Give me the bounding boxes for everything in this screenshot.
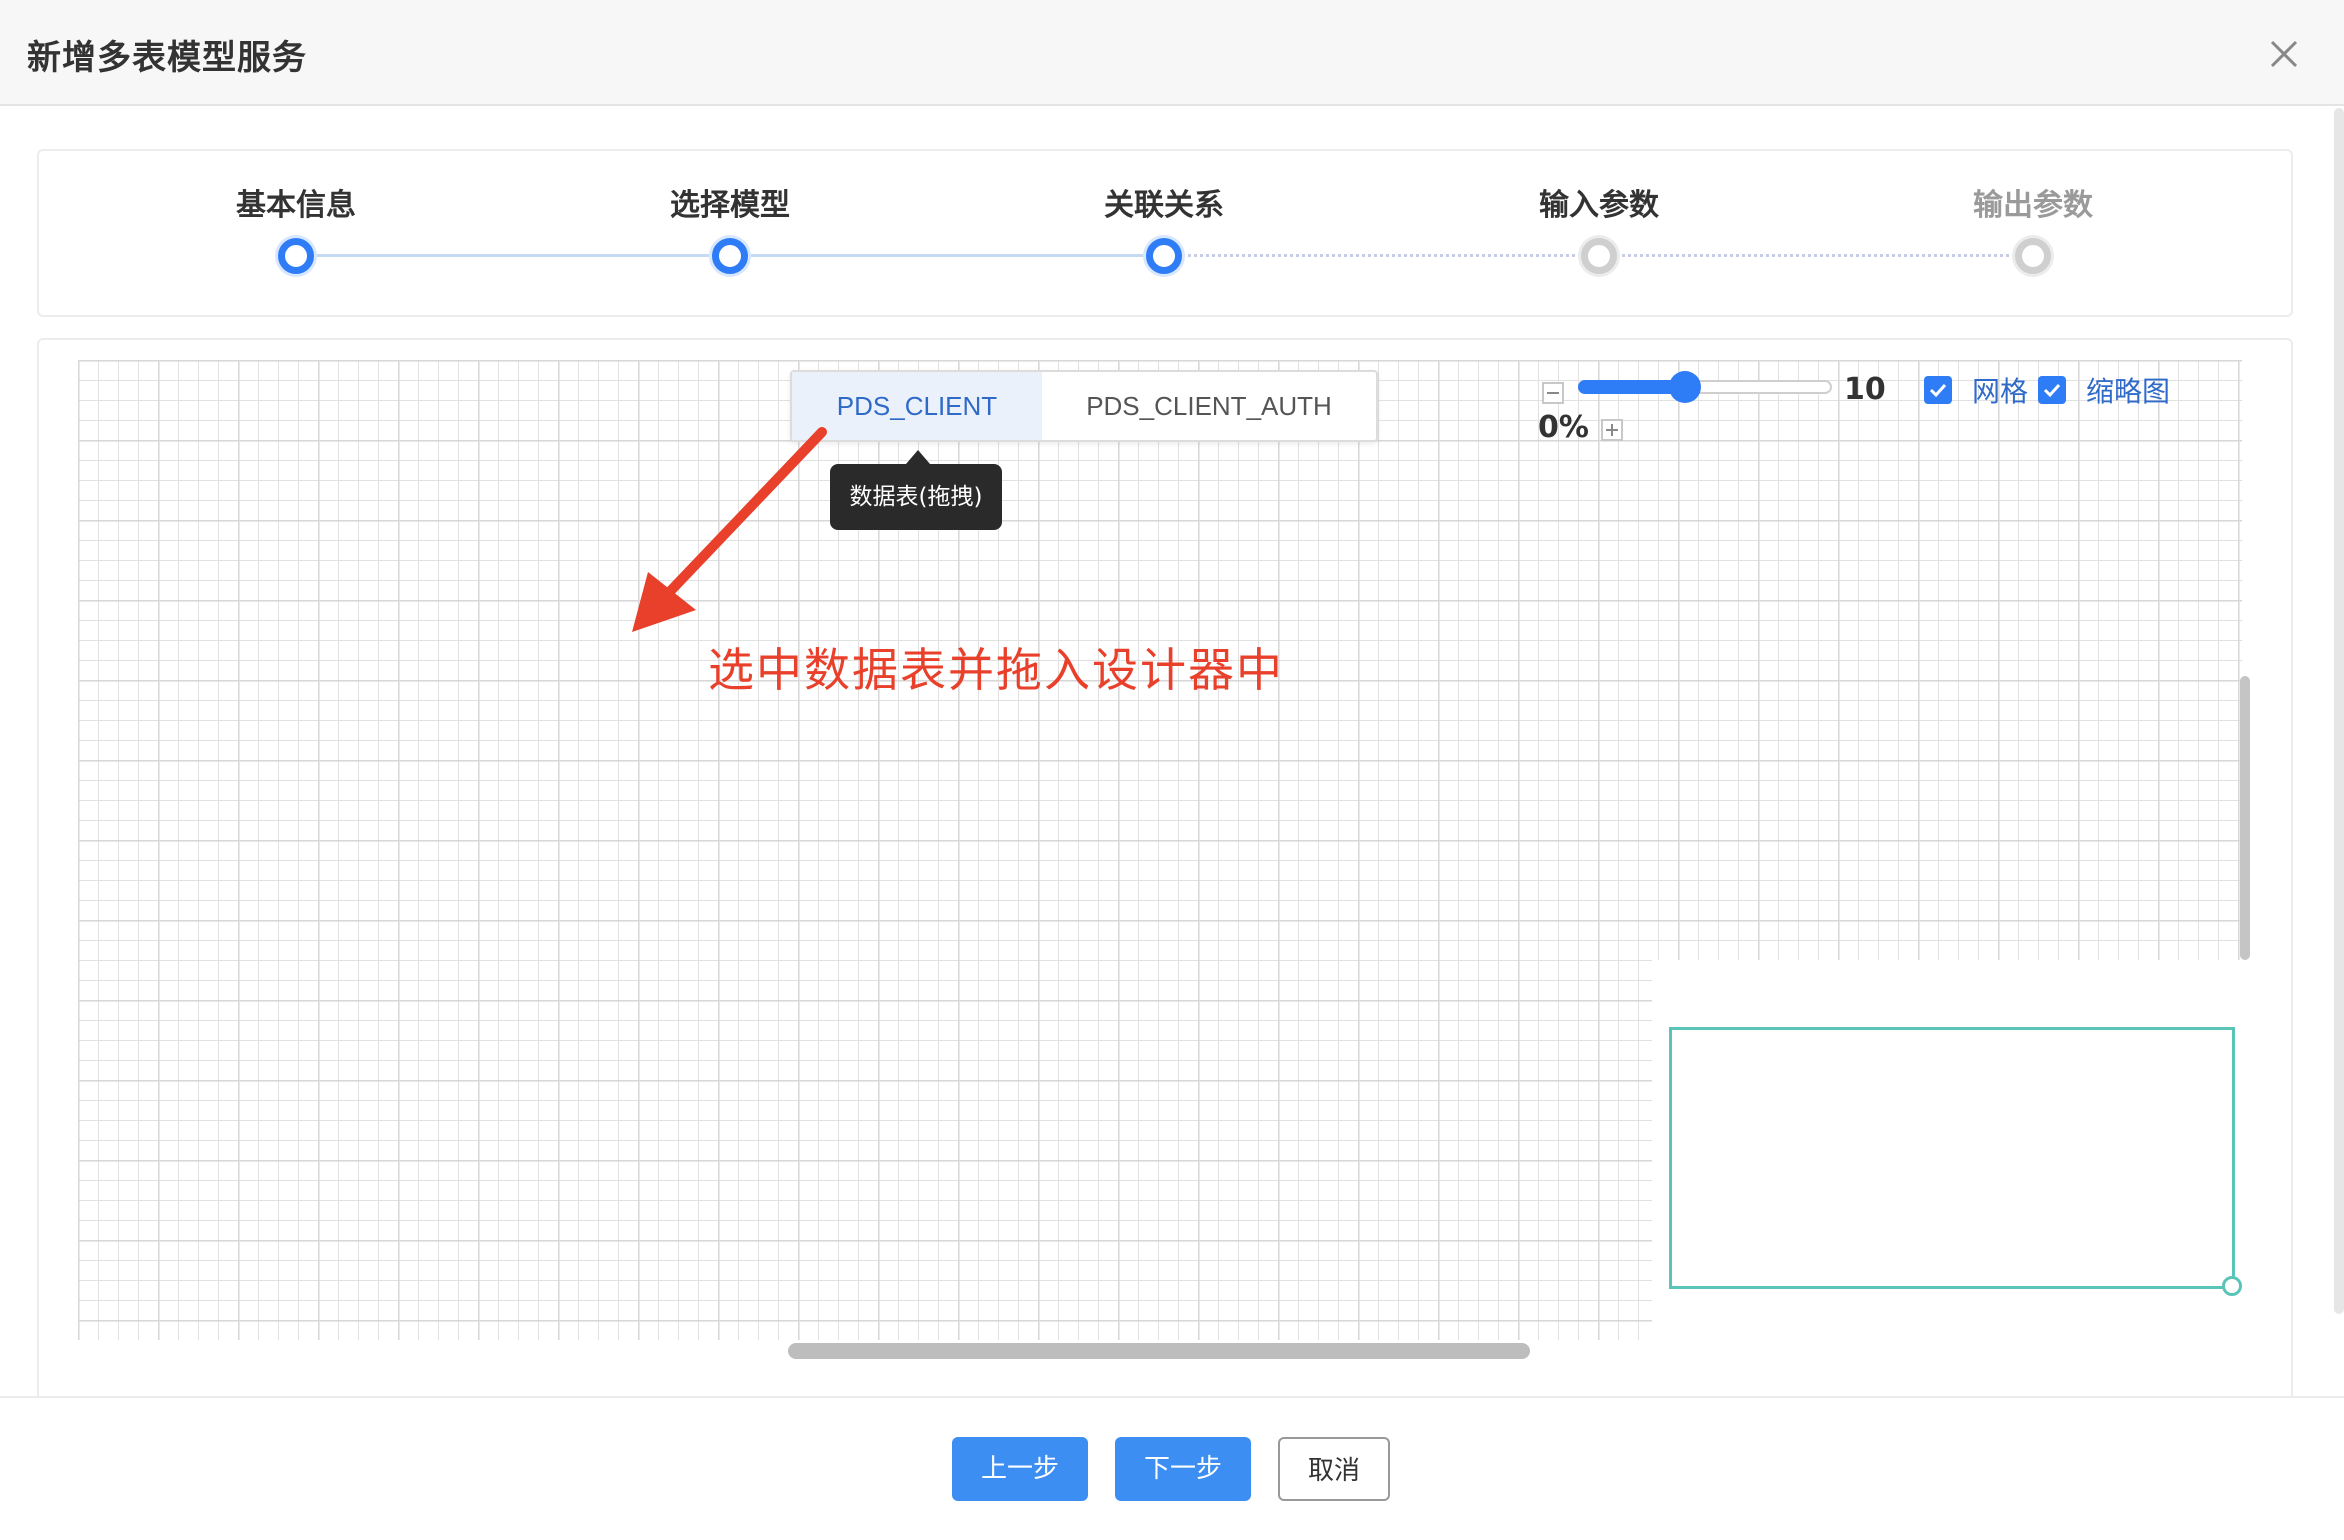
dialog-title: 新增多表模型服务 <box>27 38 307 78</box>
check-icon <box>2043 383 2061 398</box>
grid-label[interactable]: 网格 <box>1972 370 2028 410</box>
dialog-header: 新增多表模型服务 <box>0 0 2344 106</box>
table-tab-pds-client-auth[interactable]: PDS_CLIENT_AUTH <box>1042 372 1376 440</box>
step-dot-basic-info <box>278 238 314 274</box>
step-connector-2 <box>730 254 1164 257</box>
zoom-out-button[interactable] <box>1542 382 1564 404</box>
step-dot-select-model <box>712 238 748 274</box>
canvas-vertical-scrollbar[interactable] <box>2240 676 2250 960</box>
step-label-relations: 关联关系 <box>1104 188 1224 223</box>
check-icon <box>1929 383 1947 398</box>
minimap-label[interactable]: 缩略图 <box>2086 370 2170 410</box>
minimap-checkbox[interactable] <box>2038 376 2066 404</box>
step-label-basic-info: 基本信息 <box>236 188 356 223</box>
zoom-in-button[interactable] <box>1601 419 1623 441</box>
annotation-arrow-icon <box>632 427 827 632</box>
step-connector-4 <box>1599 254 2033 257</box>
step-label-select-model: 选择模型 <box>670 188 790 223</box>
step-dot-input-params <box>1581 238 1617 274</box>
canvas-horizontal-scrollbar[interactable] <box>788 1343 1530 1359</box>
minimap-resize-handle[interactable] <box>2222 1276 2242 1296</box>
tooltip-arrow <box>906 450 930 464</box>
prev-step-button[interactable]: 上一步 <box>952 1437 1088 1501</box>
table-tabs: PDS_CLIENT PDS_CLIENT_AUTH <box>790 370 1378 442</box>
step-connector-1 <box>296 254 730 257</box>
step-dot-relations <box>1146 238 1182 274</box>
dialog-scrollbar[interactable] <box>2334 108 2344 1314</box>
step-label-input-params: 输入参数 <box>1539 188 1659 223</box>
zoom-slider-knob[interactable] <box>1669 371 1701 403</box>
next-step-button[interactable]: 下一步 <box>1115 1437 1251 1501</box>
step-dot-output-params <box>2015 238 2051 274</box>
steps-panel <box>37 149 2293 317</box>
minimap-viewport[interactable] <box>1669 1027 2235 1289</box>
step-label-output-params: 输出参数 <box>1973 188 2093 223</box>
cancel-button[interactable]: 取消 <box>1278 1437 1390 1501</box>
step-connector-3 <box>1164 254 1599 257</box>
zoom-value-percent: 0% <box>1538 410 1589 445</box>
annotation-text: 选中数据表并拖入设计器中 <box>708 643 1284 697</box>
zoom-value: 10 <box>1844 372 1886 407</box>
grid-checkbox[interactable] <box>1924 376 1952 404</box>
close-icon[interactable] <box>2266 36 2302 72</box>
